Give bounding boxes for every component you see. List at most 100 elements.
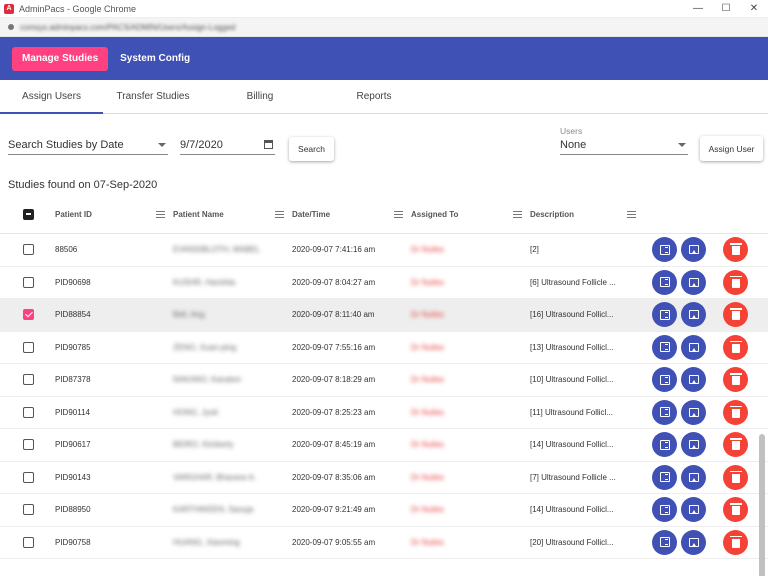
row-checkbox[interactable]	[23, 244, 34, 256]
list-icon	[659, 537, 670, 548]
search-by-select[interactable]: Search Studies by Date	[8, 139, 168, 155]
view-images-button[interactable]	[681, 302, 706, 328]
view-details-button[interactable]	[652, 432, 677, 458]
tab-reports[interactable]: Reports	[317, 80, 431, 113]
delete-button[interactable]	[723, 529, 748, 555]
studies-table: Patient ID Patient Name Date/Time Assign…	[0, 196, 768, 576]
scrollbar-thumb[interactable]	[759, 434, 765, 576]
window-title: AdminPacs - Google Chrome	[19, 3, 137, 14]
table-row[interactable]: PID90143 VARGHAR, Bharane A. 2020-09-07 …	[0, 462, 768, 494]
table-row[interactable]: PID88950 KARTHIKEEN, Sanuja 2020-09-07 9…	[0, 494, 768, 527]
table-row[interactable]: PID90698 KUSHR, Harshita 2020-09-07 8:04…	[0, 267, 768, 299]
view-details-button[interactable]	[652, 367, 677, 393]
row-actions	[648, 529, 748, 555]
row-checkbox[interactable]	[23, 276, 34, 288]
assign-user-button[interactable]: Assign User	[700, 136, 763, 161]
delete-button[interactable]	[723, 399, 748, 425]
nav-manage-studies[interactable]: Manage Studies	[12, 46, 109, 71]
delete-button[interactable]	[723, 464, 748, 490]
select-all-checkbox[interactable]	[23, 209, 34, 220]
row-checkbox[interactable]	[23, 471, 34, 483]
column-menu-icon[interactable]	[627, 211, 636, 218]
users-select[interactable]: None	[560, 139, 688, 155]
row-actions	[648, 497, 748, 523]
table-row[interactable]: 88506 EVANS/BLOTH, MABEL 2020-09-07 7:41…	[0, 234, 768, 267]
delete-button[interactable]	[723, 334, 748, 360]
view-images-button[interactable]	[681, 432, 706, 458]
view-details-button[interactable]	[652, 334, 677, 360]
delete-button[interactable]	[723, 367, 748, 393]
users-value: None	[560, 139, 587, 151]
row-checkbox[interactable]	[23, 374, 34, 386]
assigned-to: Dr Nuiles	[411, 342, 444, 352]
view-details-button[interactable]	[652, 529, 677, 555]
url-text[interactable]: comsys.adminpacs.com/PACS/ADMIN/Users/As…	[20, 23, 235, 32]
row-checkbox[interactable]	[23, 341, 34, 353]
delete-button[interactable]	[723, 237, 748, 263]
column-menu-icon[interactable]	[275, 211, 284, 218]
delete-button[interactable]	[723, 269, 748, 295]
date-input[interactable]: 9/7/2020	[180, 139, 275, 155]
table-row[interactable]: PID90758 HUANG, Xianming 2020-09-07 9:05…	[0, 527, 768, 559]
row-checkbox[interactable]	[23, 439, 34, 451]
view-details-button[interactable]	[652, 302, 677, 328]
table-row[interactable]: PID90114 HONG, Jyoti 2020-09-07 8:25:23 …	[0, 397, 768, 429]
row-checkbox[interactable]	[23, 309, 34, 321]
view-images-button[interactable]	[681, 367, 706, 393]
minimize-icon[interactable]: —	[684, 3, 712, 14]
view-images-button[interactable]	[681, 529, 706, 555]
study-description: [13] Ultrasound Follicl...	[530, 342, 614, 352]
study-datetime: 2020-09-07 8:18:29 am	[292, 375, 376, 385]
column-menu-icon[interactable]	[156, 211, 165, 218]
view-images-button[interactable]	[681, 464, 706, 490]
view-details-button[interactable]	[652, 399, 677, 425]
trash-icon	[729, 340, 742, 353]
patient-id: PID90758	[55, 537, 91, 547]
view-details-button[interactable]	[652, 269, 677, 295]
view-details-button[interactable]	[652, 497, 677, 523]
patient-name: KUSHR, Harshita	[173, 277, 236, 287]
list-icon	[659, 277, 670, 288]
patient-id: PID90698	[55, 277, 91, 287]
row-checkbox[interactable]	[23, 504, 34, 516]
delete-button[interactable]	[723, 432, 748, 458]
row-actions	[648, 237, 748, 263]
row-checkbox[interactable]	[23, 536, 34, 548]
assigned-to: Dr Nuiles	[411, 407, 444, 417]
view-details-button[interactable]	[652, 237, 677, 263]
view-images-button[interactable]	[681, 269, 706, 295]
view-images-button[interactable]	[681, 237, 706, 263]
view-details-button[interactable]	[652, 464, 677, 490]
trash-icon	[729, 243, 742, 256]
assigned-to: Dr Nuiles	[411, 537, 444, 547]
table-row[interactable]: PID90785 ZENO, Xuan-ping 2020-09-07 7:55…	[0, 332, 768, 364]
column-menu-icon[interactable]	[513, 211, 522, 218]
patient-name: BEIRO, Kimberly	[173, 440, 234, 450]
view-images-button[interactable]	[681, 497, 706, 523]
row-checkbox[interactable]	[23, 406, 34, 418]
tab-billing[interactable]: Billing	[203, 80, 317, 113]
column-menu-icon[interactable]	[394, 211, 403, 218]
table-row[interactable]: PID87378 NAKANO, Kanaton 2020-09-07 8:18…	[0, 364, 768, 397]
calendar-icon[interactable]	[264, 140, 273, 149]
table-row[interactable]: PID90617 BEIRO, Kimberly 2020-09-07 8:45…	[0, 429, 768, 462]
image-icon	[688, 277, 699, 287]
nav-system-config[interactable]: System Config	[110, 47, 200, 71]
study-description: [7] Ultrasound Follicle ...	[530, 472, 616, 482]
table-body: 88506 EVANS/BLOTH, MABEL 2020-09-07 7:41…	[0, 234, 768, 559]
search-button[interactable]: Search	[289, 137, 334, 161]
address-bar[interactable]: comsys.adminpacs.com/PACS/ADMIN/Users/As…	[0, 18, 768, 37]
image-icon	[688, 342, 699, 352]
close-icon[interactable]: ✕	[740, 3, 768, 14]
tab-transfer-studies[interactable]: Transfer Studies	[103, 80, 203, 113]
maximize-icon[interactable]: ☐	[712, 3, 740, 14]
image-icon	[688, 310, 699, 320]
tab-assign-users[interactable]: Assign Users	[0, 80, 103, 114]
study-description: [14] Ultrasound Follicl...	[530, 505, 614, 515]
table-row[interactable]: PID88854 Bell, Ang 2020-09-07 8:11:40 am…	[0, 299, 768, 332]
delete-button[interactable]	[723, 302, 748, 328]
view-images-button[interactable]	[681, 399, 706, 425]
view-images-button[interactable]	[681, 334, 706, 360]
patient-name: ZENO, Xuan-ping	[173, 342, 237, 352]
delete-button[interactable]	[723, 497, 748, 523]
